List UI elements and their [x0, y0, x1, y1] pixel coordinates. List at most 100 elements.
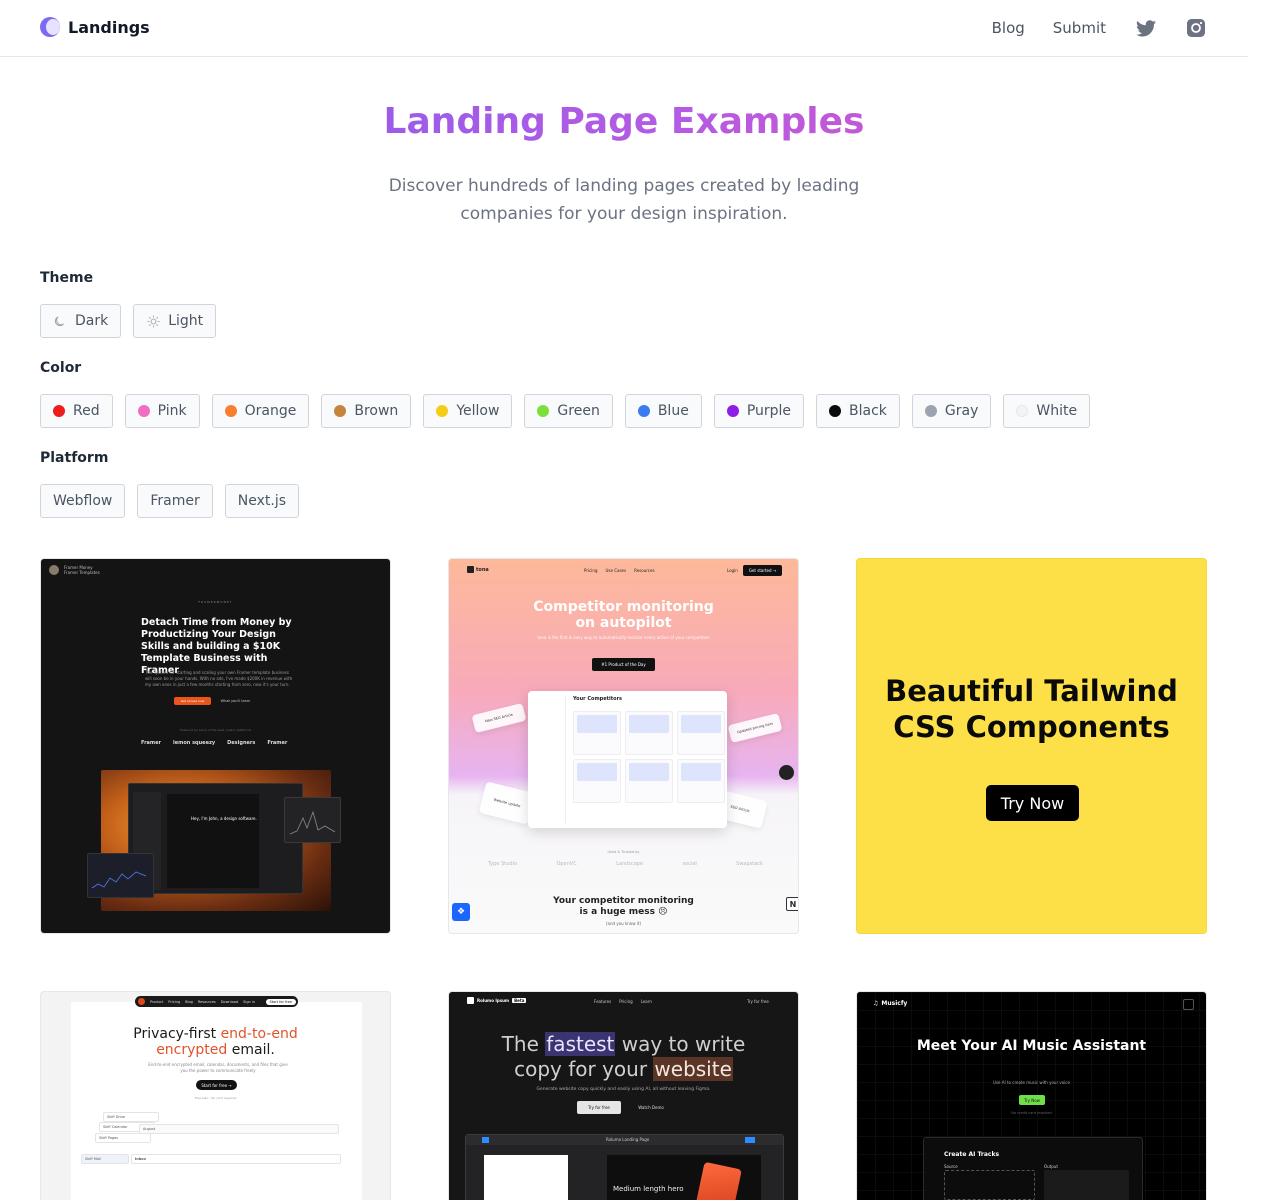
instagram-icon[interactable] — [1186, 18, 1206, 38]
chat-bubble-icon — [779, 765, 794, 780]
page-title: Landing Page Examples — [0, 101, 1248, 142]
brand-name: Landings — [68, 17, 150, 37]
color-filter-label: Color — [40, 360, 82, 376]
card-nav-cta: Start for free — [265, 998, 296, 1005]
sponsored-card-tailwind[interactable]: Beautiful Tailwind CSS Components Try No… — [856, 558, 1207, 934]
chip-label: Green — [557, 403, 600, 419]
color-swatch — [537, 405, 550, 417]
editor-tool-icon — [482, 1137, 489, 1143]
card-cta: Start for free → — [196, 1080, 237, 1090]
chip-label: Gray — [944, 403, 979, 419]
landing-card-framer-money[interactable]: Framer Money Framer Templates FRAMERMONEY… — [40, 558, 391, 934]
twitter-icon[interactable] — [1136, 18, 1156, 38]
color-purple-chip[interactable]: Purple — [713, 394, 805, 428]
app-window-text: Hey, I'm John, a design software. — [191, 816, 257, 821]
partner-logo: social — [682, 861, 697, 867]
brand-mark-icon — [467, 566, 474, 573]
card-nav-link: Pricing — [584, 568, 598, 573]
color-brown-chip[interactable]: Brown — [321, 394, 412, 428]
color-green-chip[interactable]: Green — [524, 394, 613, 428]
platform-framer-chip[interactable]: Framer — [137, 484, 213, 518]
app-row: Inbox — [131, 1154, 341, 1164]
color-swatch — [224, 405, 237, 417]
moon-icon — [53, 314, 67, 328]
chip-label: Orange — [244, 403, 297, 419]
card-login: Login — [727, 568, 738, 573]
chip-label: Light — [168, 313, 204, 329]
color-filter-group: Red Pink Orange Brown Yellow Green Blue … — [40, 394, 1091, 428]
card-nav-link: Download — [220, 999, 239, 1004]
partner-logo: Landscape — [616, 861, 644, 867]
try-now-button[interactable]: Try Now — [986, 785, 1079, 821]
card-nav-link: Product — [150, 999, 164, 1004]
card-nav-name: Framer Money Framer Templates — [64, 565, 100, 575]
card-nav-link: Learn — [640, 999, 652, 1004]
notion-icon: N — [786, 897, 798, 911]
card-note: Free plan · No card required — [194, 1096, 237, 1100]
chip-label: White — [1036, 403, 1078, 419]
card-nav-links: Pricing Use Cases Resources — [584, 568, 655, 573]
card-app-window: Your Competitors — [528, 691, 727, 828]
card-nav-link: Resources — [634, 568, 655, 573]
card-nav-cta: Try for free — [747, 999, 769, 1004]
card-nav-link: Blog — [185, 999, 193, 1004]
color-yellow-chip[interactable]: Yellow — [423, 394, 513, 428]
landing-card-email[interactable]: Product Pricing Blog Resources Download … — [40, 991, 391, 1200]
color-swatch — [436, 405, 449, 417]
nav-blog-link[interactable]: Blog — [992, 16, 1025, 40]
color-swatch — [137, 405, 150, 417]
brand-logo[interactable]: Landings — [40, 17, 150, 37]
card-subtext: Use AI to create music with your voice — [993, 1080, 1070, 1085]
brand-mark-icon — [467, 997, 474, 1004]
nav-submit-link[interactable]: Submit — [1053, 16, 1106, 40]
page-subtitle: Discover hundreds of landing pages creat… — [388, 176, 860, 224]
partner-logo: Framer — [267, 740, 288, 746]
card-headline: Competitor monitoring on autopilot — [533, 599, 714, 631]
card-body: The system for starting and scaling your… — [145, 670, 293, 687]
chip-label: Pink — [157, 403, 187, 419]
editor-toolbar: Rolumo Landing Page — [466, 1135, 783, 1145]
chip-label: Dark — [75, 313, 109, 329]
card-nav-link: Pricing — [619, 999, 633, 1004]
chip-label: Brown — [354, 403, 399, 419]
landing-card-tona[interactable]: tona Pricing Use Cases Resources Login G… — [448, 558, 799, 934]
app-row: Skiff Pages — [95, 1133, 151, 1143]
app-row: Skiff Drive — [103, 1112, 159, 1122]
app-source-label: Source — [944, 1164, 958, 1169]
color-black-chip[interactable]: Black — [816, 394, 900, 428]
card-nav-links: Features Pricing Learn — [594, 999, 652, 1004]
avatar — [49, 565, 59, 575]
card-nav-link: Resources — [197, 999, 216, 1004]
editor-file-name: Rolumo Landing Page — [606, 1137, 650, 1142]
landing-card-musicfy[interactable]: ♫ Musicfy Meet Your AI Music Assistant Us… — [856, 991, 1207, 1200]
card-badge: #1 Product of the Day — [592, 658, 655, 671]
card-primary-cta: Get access now — [174, 697, 211, 705]
color-swatch — [924, 405, 937, 417]
card-subtext: Generate website copy quickly and easily… — [536, 1087, 711, 1092]
color-blue-chip[interactable]: Blue — [624, 394, 702, 428]
chip-label: Blue — [657, 403, 689, 419]
card-nav: Framer Money Framer Templates — [49, 565, 100, 575]
color-pink-chip[interactable]: Pink — [124, 394, 200, 428]
theme-light-chip[interactable]: Light — [133, 304, 217, 338]
platform-nextjs-chip[interactable]: Next.js — [224, 484, 299, 518]
card-nav: tona Pricing Use Cases Resources Login G… — [449, 564, 798, 578]
landing-card-copywriting[interactable]: Rolumo Ipsum Beta Features Pricing Learn … — [448, 991, 799, 1200]
app-sidebar — [532, 695, 566, 823]
menu-icon — [1183, 999, 1194, 1010]
color-orange-chip[interactable]: Orange — [211, 394, 310, 428]
color-red-chip[interactable]: Red — [40, 394, 113, 428]
platform-webflow-chip[interactable]: Webflow — [40, 484, 126, 518]
chip-label: Black — [849, 403, 887, 419]
color-white-chip[interactable]: White — [1003, 394, 1091, 428]
theme-dark-chip[interactable]: Dark — [40, 304, 122, 338]
partner-logo: Designers — [227, 740, 256, 746]
card-nav-link: Features — [594, 999, 612, 1004]
card-footer-sub: (and you know it) — [605, 921, 642, 926]
app-title: Create AI Tracks — [944, 1151, 1000, 1158]
canvas-text: Medium length hero — [613, 1185, 684, 1193]
card-nav: Product Pricing Blog Resources Download … — [135, 996, 298, 1007]
platform-filter-group: Webflow Framer Next.js — [40, 484, 299, 518]
color-gray-chip[interactable]: Gray — [911, 394, 992, 428]
card-float-tag: Website update — [478, 781, 536, 825]
